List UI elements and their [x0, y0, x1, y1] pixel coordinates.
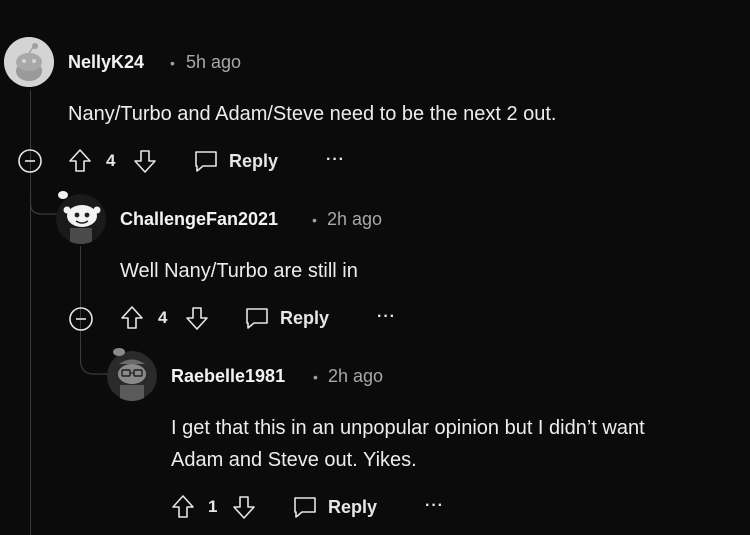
upvote-icon[interactable]: [120, 305, 144, 331]
vote-count: 4: [106, 151, 116, 170]
thread-line-nested: [80, 246, 81, 354]
comment-body: Well Nany/Turbo are still in: [120, 260, 358, 282]
timestamp[interactable]: 2h ago: [328, 366, 383, 387]
reply-button[interactable]: Reply: [280, 308, 329, 329]
reply-button[interactable]: Reply: [229, 151, 278, 172]
vote-count: 4: [158, 308, 168, 327]
separator-dot: •: [313, 369, 318, 385]
collapse-icon[interactable]: [68, 306, 94, 332]
comment-body-line-1: I get that this in an unpopular opinion …: [171, 417, 645, 439]
username[interactable]: ChallengeFan2021: [120, 209, 278, 230]
avatar[interactable]: [56, 194, 106, 244]
avatar[interactable]: [107, 351, 157, 401]
timestamp[interactable]: 2h ago: [327, 209, 382, 230]
more-options-button[interactable]: ···: [425, 497, 444, 515]
downvote-icon[interactable]: [133, 148, 157, 174]
more-options-button[interactable]: ···: [377, 308, 396, 326]
more-options-button[interactable]: ···: [326, 151, 345, 169]
snoo-avatar-icon: [4, 37, 54, 87]
reply-icon[interactable]: [244, 305, 270, 331]
vote-count: 1: [208, 497, 218, 516]
timestamp[interactable]: 5h ago: [186, 52, 241, 73]
separator-dot: •: [170, 55, 175, 71]
collapse-icon[interactable]: [17, 148, 43, 174]
upvote-icon[interactable]: [171, 494, 195, 520]
snoo-avatar-icon: [107, 351, 157, 401]
upvote-icon[interactable]: [68, 148, 92, 174]
avatar[interactable]: [4, 37, 54, 87]
reply-icon[interactable]: [292, 494, 318, 520]
online-indicator-icon: [113, 348, 125, 356]
comment-body: Nany/Turbo and Adam/Steve need to be the…: [68, 103, 557, 125]
online-indicator-icon: [58, 191, 68, 199]
snoo-avatar-icon: [56, 194, 106, 244]
downvote-icon[interactable]: [232, 494, 256, 520]
reply-icon[interactable]: [193, 148, 219, 174]
separator-dot: •: [312, 212, 317, 228]
downvote-icon[interactable]: [185, 305, 209, 331]
comment-body-line-2: Adam and Steve out. Yikes.: [171, 449, 417, 471]
username[interactable]: NellyK24: [68, 52, 144, 73]
reply-button[interactable]: Reply: [328, 497, 377, 518]
username[interactable]: Raebelle1981: [171, 366, 285, 387]
